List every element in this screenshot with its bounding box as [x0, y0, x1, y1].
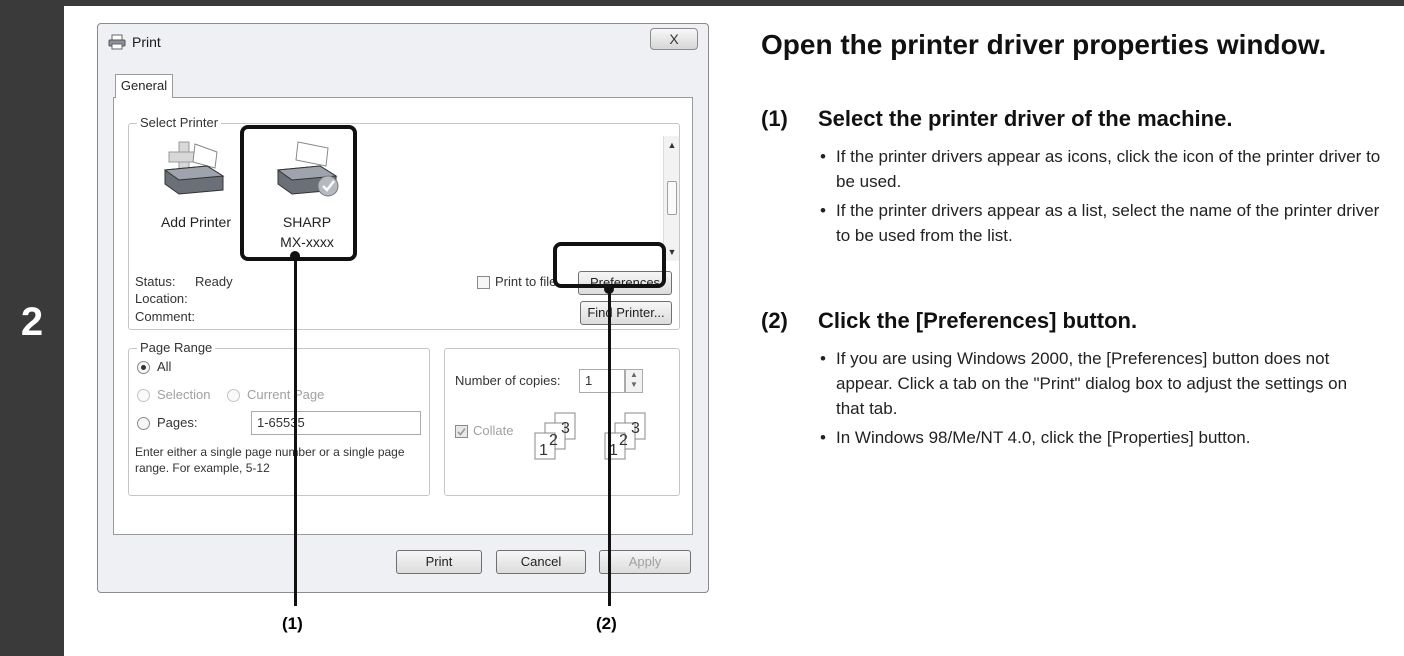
- svg-text:2: 2: [549, 432, 558, 449]
- selection-label: Selection: [157, 387, 211, 402]
- select-printer-group: Select Printer Add Printer SHARP MX-xxxx…: [128, 115, 680, 330]
- collate-label: Collate: [473, 423, 514, 438]
- copies-group: Number of copies: 1 ▲ ▼ Collate 123 1 2 …: [444, 348, 680, 496]
- location-label: Location:: [135, 291, 188, 306]
- current-page-label: Current Page: [247, 387, 325, 402]
- svg-text:3: 3: [561, 420, 570, 437]
- all-label: All: [157, 359, 172, 374]
- scroll-up-icon[interactable]: ▲: [664, 140, 680, 150]
- collate-illustration-icon: 123 123: [525, 409, 675, 482]
- step2-number: (2): [761, 308, 788, 333]
- tab-general[interactable]: General: [115, 74, 173, 98]
- copies-spinner[interactable]: ▲ ▼: [625, 369, 643, 393]
- print-to-file-checkbox[interactable]: [477, 276, 490, 289]
- step2-title: Click the [Preferences] button.: [818, 308, 1138, 333]
- page-range-label: Page Range: [137, 340, 216, 355]
- svg-text:1: 1: [539, 442, 548, 459]
- copies-label: Number of copies:: [455, 373, 561, 388]
- page-range-hint: Enter either a single page number or a s…: [135, 445, 405, 475]
- list-item: If the printer drivers appear as a list,…: [820, 198, 1390, 248]
- callout-label-2: (2): [596, 614, 617, 633]
- collate-checkbox: [455, 425, 468, 438]
- close-button[interactable]: X: [650, 28, 698, 50]
- all-radio[interactable]: [137, 361, 150, 374]
- apply-button: Apply: [599, 550, 691, 574]
- list-item: In Windows 98/Me/NT 4.0, click the [Prop…: [820, 425, 1380, 450]
- list-item: If you are using Windows 2000, the [Pref…: [820, 346, 1380, 421]
- step-number: 2: [20, 300, 44, 344]
- step2-bullet-list: If you are using Windows 2000, the [Pref…: [820, 346, 1380, 454]
- page-range-group: Page Range All Selection Current Page Pa…: [128, 340, 430, 496]
- step-sidebar: 2: [0, 0, 64, 656]
- scroll-thumb[interactable]: [667, 181, 677, 215]
- callout-box-preferences: [553, 242, 666, 288]
- print-to-file-label: Print to file: [495, 274, 557, 289]
- select-printer-label: Select Printer: [137, 115, 222, 130]
- add-printer-icon[interactable]: [159, 138, 229, 201]
- svg-text:2: 2: [619, 432, 628, 449]
- callout-label-1: (1): [282, 614, 303, 633]
- copies-input[interactable]: 1: [579, 369, 625, 393]
- callout-line-2: [608, 290, 611, 606]
- instruction-heading: Open the printer driver properties windo…: [761, 29, 1327, 60]
- pages-label: Pages:: [157, 415, 198, 430]
- current-page-radio: [227, 389, 240, 402]
- top-border: [0, 0, 1404, 6]
- comment-label: Comment:: [135, 309, 195, 324]
- pages-input[interactable]: 1-65535: [251, 411, 421, 435]
- scroll-down-icon[interactable]: ▼: [664, 247, 680, 257]
- dialog-titlebar: Print: [108, 32, 161, 52]
- status-value: Ready: [195, 274, 233, 289]
- cancel-button[interactable]: Cancel: [496, 550, 586, 574]
- selection-radio: [137, 389, 150, 402]
- step1-bullet-list: If the printer drivers appear as icons, …: [820, 144, 1390, 252]
- printer-title-icon: [108, 34, 126, 50]
- print-button[interactable]: Print: [396, 550, 482, 574]
- list-item: If the printer drivers appear as icons, …: [820, 144, 1390, 194]
- dialog-title: Print: [132, 34, 161, 50]
- find-printer-button[interactable]: Find Printer...: [580, 301, 672, 325]
- printer-list-scrollbar[interactable]: ▲ ▼: [663, 136, 679, 261]
- pages-radio[interactable]: [137, 417, 150, 430]
- add-printer-label[interactable]: Add Printer: [146, 212, 246, 232]
- general-tab-panel: Select Printer Add Printer SHARP MX-xxxx…: [113, 97, 693, 535]
- step1-title: Select the printer driver of the machine…: [818, 106, 1233, 131]
- print-dialog: Print X General Select Printer Add Print…: [97, 23, 709, 593]
- status-label: Status:: [135, 274, 176, 289]
- step1-number: (1): [761, 106, 788, 131]
- callout-line-1: [294, 256, 297, 606]
- callout-box-printer: [240, 125, 357, 261]
- svg-text:3: 3: [631, 420, 640, 437]
